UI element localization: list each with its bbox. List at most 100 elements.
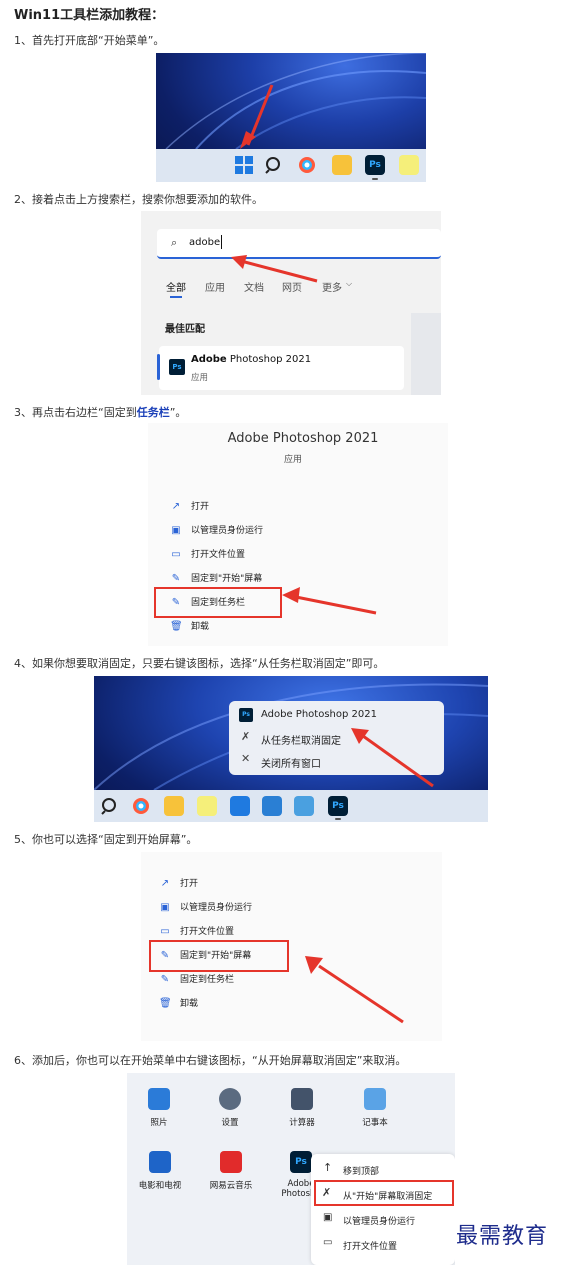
step-4-text: 4、如果你想要取消固定，只要右键该图标，选择“从任务栏取消固定”即可。 xyxy=(14,657,385,670)
search-icon[interactable] xyxy=(100,796,120,816)
menu-open-file-location[interactable]: ▭ 打开文件位置 xyxy=(170,548,245,562)
photoshop-icon[interactable]: Ps xyxy=(328,796,348,816)
photoshop-icon: Ps xyxy=(239,708,253,722)
menu-open[interactable]: ↗ 打开 xyxy=(170,500,209,514)
menu-run-as-admin[interactable]: 以管理员身份运行 xyxy=(343,1214,415,1227)
store-icon[interactable] xyxy=(230,796,250,816)
menu-open-file-location[interactable]: ▭ 打开文件位置 xyxy=(159,925,234,939)
app-type: 应用 xyxy=(283,455,302,465)
photoshop-icon[interactable]: Ps xyxy=(365,155,385,175)
shield-icon: ▣ xyxy=(171,524,181,536)
context-menu: ↑ 移到顶部 ✗ 从"开始"屏幕取消固定 ▣ 以管理员身份运行 ▭ 打开文件位置 xyxy=(311,1154,455,1265)
step-5-text: 5、你也可以选择“固定到开始屏幕”。 xyxy=(14,833,198,846)
page-title: Win11工具栏添加教程： xyxy=(14,8,165,23)
widgets-icon[interactable] xyxy=(131,796,151,816)
text-cursor xyxy=(221,235,222,249)
highlight-box xyxy=(149,940,289,972)
trash-icon: 🗑 xyxy=(170,620,183,632)
pin-icon: ✎ xyxy=(160,973,170,985)
app-netease-music[interactable]: 网易云音乐 xyxy=(205,1151,257,1191)
running-indicator xyxy=(372,178,378,180)
search-icon: ⌕ xyxy=(171,236,178,249)
gear-icon xyxy=(219,1088,241,1110)
screenshot-pin-to-start: ↗ 打开 ▣ 以管理员身份运行 ▭ 打开文件位置 ✎ 固定到"开始"屏幕 ✎ 固定到任务栏… xyxy=(141,852,442,1041)
menu-open-file-location[interactable]: 打开文件位置 xyxy=(343,1239,397,1252)
netease-music-icon xyxy=(220,1151,242,1173)
trash-icon: 🗑 xyxy=(159,997,172,1009)
running-indicator xyxy=(335,818,341,820)
app-title: Adobe Photoshop 2021 xyxy=(227,431,379,446)
movies-icon xyxy=(149,1151,171,1173)
remote-desktop-icon[interactable] xyxy=(294,796,314,816)
screenshot-taskbar-jumplist: Ps Adobe Photoshop 2021 ✗ 从任务栏取消固定 ✕ 关闭所… xyxy=(94,676,488,822)
result-panel-right xyxy=(411,313,441,395)
selection-indicator xyxy=(157,354,160,380)
tab-all[interactable]: 全部 xyxy=(166,279,186,294)
menu-unpin-from-taskbar[interactable]: 从任务栏取消固定 xyxy=(261,732,341,747)
folder-icon: ▭ xyxy=(323,1237,333,1248)
photoshop-icon: Ps xyxy=(290,1151,312,1173)
folder-icon[interactable] xyxy=(332,155,352,175)
watermark-logo: 最需教育 xyxy=(456,1224,549,1249)
result-title: Adobe Photoshop 2021 xyxy=(191,354,311,365)
sticky-notes-icon[interactable] xyxy=(399,155,419,175)
search-result-photoshop[interactable]: Ps Adobe Photoshop 2021 应用 xyxy=(157,346,404,390)
menu-pin-to-start[interactable]: ✎ 固定到"开始"屏幕 xyxy=(170,572,262,586)
arrow-up-icon: ↑ xyxy=(323,1161,333,1174)
photoshop-icon: Ps xyxy=(169,359,185,375)
menu-run-as-admin[interactable]: ▣ 以管理员身份运行 xyxy=(170,524,263,538)
teams-icon[interactable] xyxy=(262,796,282,816)
sticky-notes-icon[interactable] xyxy=(197,796,217,816)
close-icon: ✕ xyxy=(241,752,251,765)
step-3-text-post: ”。 xyxy=(169,406,187,419)
red-arrow-annotation xyxy=(305,956,404,1024)
step-2-text: 2、接着点击上方搜索栏，搜索你想要添加的软件。 xyxy=(14,193,263,206)
folder-icon[interactable] xyxy=(164,796,184,816)
screenshot-start-menu-context: 照片 设置 计算器 记事本 电影和电视 网易云音乐 Ps Adobe Photosh… xyxy=(127,1073,455,1265)
step-3-text: 3、再点击右边栏“固定到任务栏”。 xyxy=(14,404,186,420)
highlight-box xyxy=(314,1180,454,1206)
app-photos[interactable]: 照片 xyxy=(134,1088,184,1128)
unpin-icon: ✗ xyxy=(241,730,251,743)
result-title-bold: Adobe xyxy=(191,354,227,365)
menu-open[interactable]: ↗ 打开 xyxy=(159,877,198,891)
red-arrow-annotation xyxy=(240,84,274,149)
shield-icon: ▣ xyxy=(160,901,170,913)
menu-uninstall[interactable]: 🗑 卸载 xyxy=(159,997,198,1011)
menu-close-all-windows[interactable]: 关闭所有窗口 xyxy=(261,755,321,770)
widgets-icon[interactable] xyxy=(297,155,317,175)
red-arrow-annotation xyxy=(231,255,318,283)
menu-uninstall[interactable]: 🗑 卸载 xyxy=(170,620,209,634)
notepad-icon xyxy=(364,1088,386,1110)
highlight-box xyxy=(154,587,282,618)
calculator-icon xyxy=(291,1088,313,1110)
taskbar-link[interactable]: 任务栏 xyxy=(137,406,170,419)
screenshot-app-side-panel: Adobe Photoshop 2021 应用 ↗ 打开 ▣ 以管理员身份运行 ▭ 打… xyxy=(148,423,448,646)
folder-icon: ▭ xyxy=(160,925,170,937)
menu-pin-to-taskbar[interactable]: ✎ 固定到任务栏 xyxy=(159,973,234,987)
tab-all-underline xyxy=(170,296,182,298)
app-settings[interactable]: 设置 xyxy=(205,1088,255,1128)
folder-icon: ▭ xyxy=(171,548,181,560)
taskbar: Ps xyxy=(94,790,488,822)
shield-icon: ▣ xyxy=(323,1212,333,1223)
app-movies-tv[interactable]: 电影和电视 xyxy=(134,1151,186,1191)
result-title-rest: Photoshop 2021 xyxy=(226,354,312,365)
open-icon: ↗ xyxy=(160,877,170,889)
menu-run-as-admin[interactable]: ▣ 以管理员身份运行 xyxy=(159,901,252,915)
screenshot-start-menu-taskbar: Ps xyxy=(156,53,426,182)
jumplist-app-name[interactable]: Adobe Photoshop 2021 xyxy=(261,709,377,720)
app-notepad[interactable]: 记事本 xyxy=(350,1088,400,1128)
search-input-value: adobe xyxy=(189,237,221,248)
screenshot-search-panel: ⌕ adobe 全部 应用 文档 网页 更多 ⌵ 最佳匹配 Ps Adobe P… xyxy=(141,211,441,395)
result-type: 应用 xyxy=(191,373,209,383)
red-arrow-annotation xyxy=(282,587,377,615)
pin-icon: ✎ xyxy=(171,572,181,584)
step-1-text: 1、首先打开底部“开始菜单”。 xyxy=(14,34,165,47)
open-icon: ↗ xyxy=(171,500,181,512)
best-match-heading: 最佳匹配 xyxy=(165,324,205,335)
tab-apps[interactable]: 应用 xyxy=(205,279,225,294)
step-3-text-pre: 3、再点击右边栏“固定到 xyxy=(14,406,137,419)
app-calculator[interactable]: 计算器 xyxy=(277,1088,327,1128)
menu-move-to-top[interactable]: 移到顶部 xyxy=(343,1164,379,1177)
